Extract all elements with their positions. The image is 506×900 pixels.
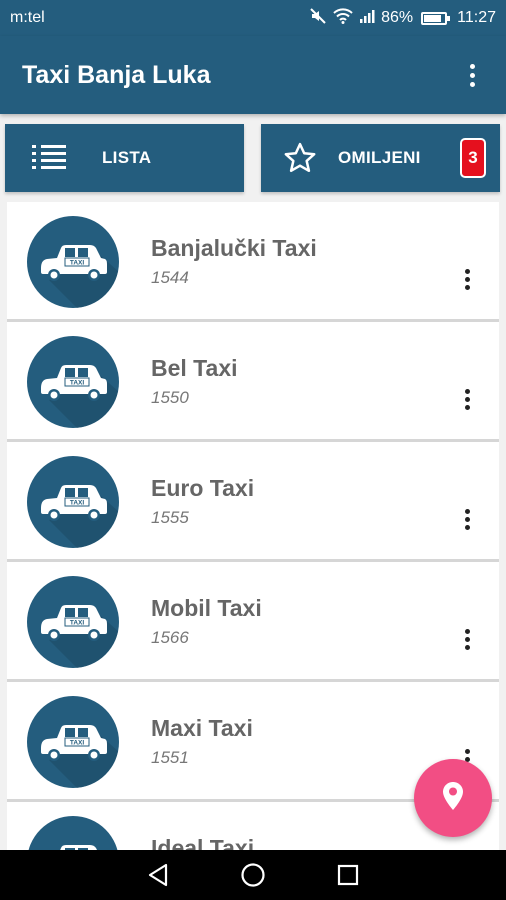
location-fab-button[interactable] [414,759,492,837]
svg-text:TAXI: TAXI [70,740,85,747]
list-icon [32,143,66,178]
taxi-list-item[interactable]: TAXI Mobil Taxi 1566 [7,562,499,682]
taxi-phone: 1566 [151,628,189,647]
location-pin-icon [442,781,464,816]
taxi-phone: 1544 [151,268,189,287]
item-more-vert-icon[interactable] [455,384,479,414]
taxi-avatar-icon: TAXI [27,696,119,788]
app-bar: Taxi Banja Luka [0,36,506,114]
taxi-list-item[interactable]: TAXI Bel Taxi 1550 [7,322,499,442]
tab-lista[interactable]: LISTA [5,124,244,192]
app-title: Taxi Banja Luka [22,60,211,89]
star-icon [283,142,317,179]
tab-bar: LISTA OMILJENI 3 [0,124,506,192]
tab-lista-label: LISTA [102,148,152,167]
system-nav-bar [0,850,506,900]
taxi-name: Mobil Taxi [151,595,262,621]
taxi-avatar-icon: TAXI [27,216,119,308]
taxi-name: Euro Taxi [151,475,255,501]
home-icon[interactable] [233,855,273,895]
battery-percent: 86% [381,9,414,26]
carrier-name: m:tel [10,9,45,26]
status-time: 11:27 [457,9,496,26]
wifi-icon [333,7,353,29]
taxi-avatar-icon: TAXI [27,336,119,428]
taxi-name: Ideal Taxi [151,835,255,850]
svg-text:TAXI: TAXI [70,500,85,507]
taxi-list-item[interactable]: TAXI Euro Taxi 1555 [7,442,499,562]
taxi-avatar-icon: TAXI [27,816,119,850]
item-more-vert-icon[interactable] [455,504,479,534]
battery-fill [424,14,442,22]
svg-text:TAXI: TAXI [70,380,85,387]
item-more-vert-icon[interactable] [455,264,479,294]
tab-omiljeni[interactable]: OMILJENI 3 [261,124,500,192]
mute-icon [309,7,327,30]
recents-icon[interactable] [328,855,368,895]
taxi-name: Banjalučki Taxi [151,235,317,261]
taxi-phone: 1555 [151,508,189,527]
taxi-phone: 1551 [151,748,189,767]
taxi-avatar-icon: TAXI [27,456,119,548]
more-vert-icon[interactable] [460,55,484,95]
taxi-name: Bel Taxi [151,355,238,381]
status-icons: 86% 11:27 [309,7,496,30]
taxi-avatar-icon: TAXI [27,576,119,668]
status-bar: m:tel 86% 11:27 [0,0,506,36]
taxi-list: TAXI Banjalučki Taxi 1544 TAXI Bel Taxi … [0,202,506,850]
battery-icon [421,11,451,25]
svg-text:TAXI: TAXI [70,620,85,627]
item-more-vert-icon[interactable] [455,624,479,654]
taxi-name: Maxi Taxi [151,715,253,741]
taxi-phone: 1550 [151,388,189,407]
signal-icon [359,8,375,29]
favorites-count-badge: 3 [460,138,486,178]
svg-text:TAXI: TAXI [70,260,85,267]
tab-omiljeni-label: OMILJENI [338,148,421,167]
taxi-list-item[interactable]: TAXI Banjalučki Taxi 1544 [7,202,499,322]
back-icon[interactable] [138,855,178,895]
